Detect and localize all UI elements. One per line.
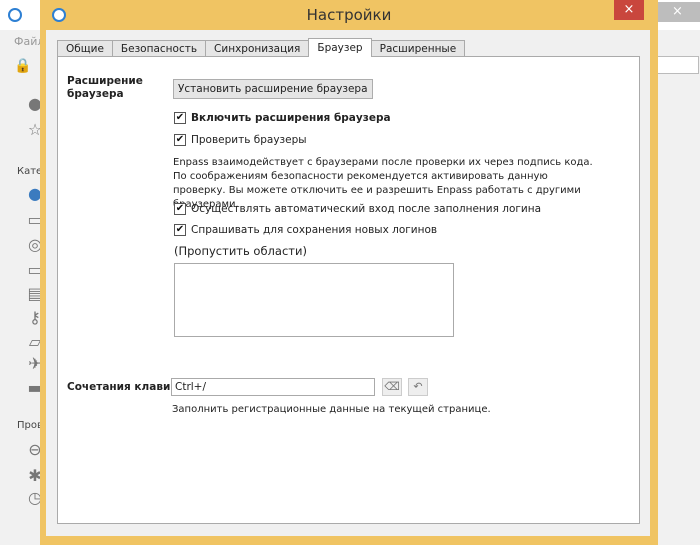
- tab-general[interactable]: Общие: [57, 40, 113, 57]
- install-extension-button[interactable]: Установить расширение браузера: [173, 79, 373, 99]
- enable-extensions-label: Включить расширения браузера: [191, 112, 391, 124]
- search-input[interactable]: [655, 56, 699, 74]
- checkbox-checked-icon: ✔: [174, 203, 186, 215]
- extension-section-label: Расширение браузера: [67, 75, 143, 100]
- browser-tab-pane: Расширение браузера Установить расширени…: [57, 56, 640, 524]
- audit-label: Пров: [17, 420, 43, 431]
- shortcut-label: Сочетания клавиш: [67, 381, 182, 393]
- backspace-icon: ⌫: [384, 380, 400, 393]
- enable-extensions-checkbox[interactable]: ✔ Включить расширения браузера: [174, 112, 391, 124]
- close-button[interactable]: ×: [614, 0, 644, 20]
- background-close-button[interactable]: ×: [655, 2, 700, 22]
- tab-bar: Общие Безопасность Синхронизация Браузер…: [57, 38, 466, 57]
- skip-areas-textarea[interactable]: [174, 263, 454, 337]
- verify-browsers-checkbox[interactable]: ✔ Проверить браузеры: [174, 134, 307, 146]
- auto-submit-checkbox[interactable]: ✔ Осуществлять автоматический вход после …: [174, 203, 541, 215]
- undo-icon: ↶: [413, 380, 423, 393]
- background-sidebar: ● ☆ Катег ● ▭ ◎ ▭ ▤ ⚷ ▱ ✈ ▬ Пров ⊖ ✱ ◷: [0, 90, 47, 540]
- tab-security[interactable]: Безопасность: [111, 40, 207, 57]
- shortcut-input[interactable]: Ctrl+/: [171, 378, 375, 396]
- verify-browsers-label: Проверить браузеры: [191, 134, 307, 146]
- ask-save-checkbox[interactable]: ✔ Спрашивать для сохранения новых логинов: [174, 224, 437, 236]
- checkbox-checked-icon: ✔: [174, 224, 186, 236]
- app-logo-icon: [8, 8, 22, 22]
- skip-areas-label: (Пропустить области): [174, 244, 307, 258]
- ask-save-label: Спрашивать для сохранения новых логинов: [191, 224, 438, 236]
- tab-browser[interactable]: Браузер: [308, 38, 372, 57]
- tab-sync[interactable]: Синхронизация: [205, 40, 310, 57]
- checkbox-checked-icon: ✔: [174, 112, 186, 124]
- shortcut-description: Заполнить регистрационные данные на теку…: [172, 404, 491, 415]
- lock-icon[interactable]: 🔒: [14, 58, 31, 74]
- reset-shortcut-button[interactable]: ↶: [408, 378, 428, 396]
- dialog-title: Настройки: [306, 6, 392, 24]
- auto-submit-label: Осуществлять автоматический вход после з…: [191, 203, 542, 215]
- tab-advanced[interactable]: Расширенные: [370, 40, 466, 57]
- settings-dialog: Настройки × Общие Безопасность Синхрониз…: [40, 0, 658, 545]
- clear-shortcut-button[interactable]: ⌫: [382, 378, 402, 396]
- checkbox-checked-icon: ✔: [174, 134, 186, 146]
